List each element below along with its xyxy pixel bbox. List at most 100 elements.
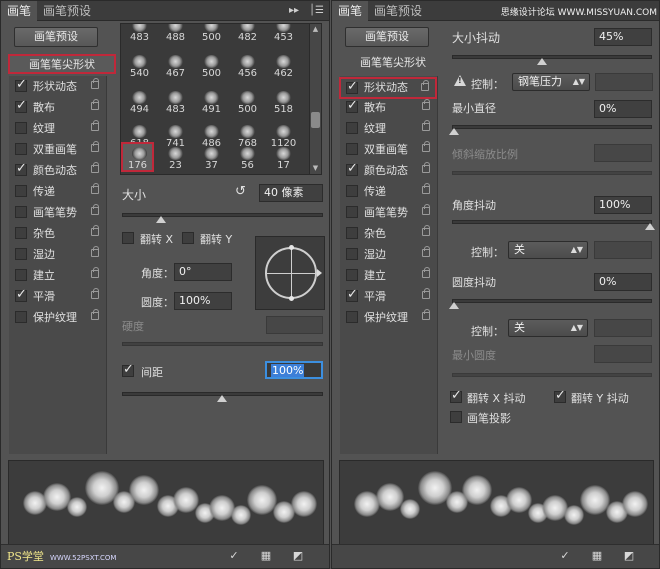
category-dual-brush[interactable]: 双重画笔 bbox=[340, 139, 436, 160]
brush-grid-scrollbar[interactable]: ▲ ▼ bbox=[309, 24, 321, 174]
lock-icon[interactable] bbox=[421, 80, 429, 91]
brush-thumb[interactable]: 37 bbox=[195, 144, 228, 174]
checkbox[interactable] bbox=[15, 248, 27, 260]
brush-thumb[interactable]: 17 bbox=[267, 144, 300, 174]
roundness-handle[interactable] bbox=[289, 245, 294, 250]
lock-icon[interactable] bbox=[422, 162, 430, 173]
lock-icon[interactable] bbox=[91, 120, 99, 131]
checkbox[interactable] bbox=[15, 98, 27, 113]
checkbox[interactable] bbox=[15, 206, 27, 218]
brush-thumb[interactable]: 467 bbox=[159, 52, 192, 82]
panel-menu-icon[interactable]: │☰ bbox=[309, 1, 324, 21]
checkbox[interactable] bbox=[346, 206, 358, 218]
lock-icon[interactable] bbox=[91, 204, 99, 215]
checkbox[interactable] bbox=[15, 227, 27, 239]
brush-thumb[interactable]: 462 bbox=[267, 52, 300, 82]
brush-presets-button[interactable]: 画笔预设 bbox=[14, 27, 98, 47]
tab-brush[interactable]: 画笔 bbox=[332, 1, 369, 21]
checkbox[interactable] bbox=[346, 185, 358, 197]
checkbox[interactable] bbox=[346, 161, 358, 176]
roundness-input[interactable]: 100% bbox=[174, 292, 232, 310]
roundness-control-select[interactable]: 关 ▲▼ bbox=[508, 319, 588, 337]
flip-y-jitter-checkbox[interactable] bbox=[554, 388, 566, 403]
lock-icon[interactable] bbox=[91, 309, 99, 320]
category-texture[interactable]: 纹理 bbox=[340, 118, 436, 139]
slider-knob[interactable] bbox=[217, 395, 227, 402]
spacing-slider[interactable] bbox=[122, 392, 323, 402]
checkbox[interactable] bbox=[346, 287, 358, 302]
category-brush-tip-shape[interactable]: 画笔笔尖形状 bbox=[8, 54, 116, 74]
lock-icon[interactable] bbox=[91, 288, 99, 299]
scroll-down-icon[interactable]: ▼ bbox=[311, 164, 320, 173]
lock-icon[interactable] bbox=[422, 183, 430, 194]
category-color-dynamics[interactable]: 颜色动态 bbox=[340, 160, 436, 181]
min-diameter-slider[interactable] bbox=[449, 125, 652, 135]
category-build-up[interactable]: 建立 bbox=[340, 265, 436, 286]
size-jitter-slider[interactable] bbox=[452, 55, 652, 65]
lock-icon[interactable] bbox=[422, 99, 430, 110]
lock-icon[interactable] bbox=[91, 99, 99, 110]
checkbox[interactable] bbox=[15, 185, 27, 197]
toggle-live-tip-icon[interactable]: ✓ bbox=[227, 550, 241, 562]
size-control-select[interactable]: 钢笔压力 ▲▼ bbox=[512, 73, 590, 91]
roundness-handle[interactable] bbox=[289, 296, 294, 301]
checkbox[interactable] bbox=[346, 269, 358, 281]
category-dual-brush[interactable]: 双重画笔 bbox=[9, 139, 105, 160]
brush-presets-button[interactable]: 画笔预设 bbox=[345, 27, 429, 47]
checkbox[interactable] bbox=[346, 227, 358, 239]
grid-icon[interactable]: ▦ bbox=[590, 550, 604, 562]
category-wet-edges[interactable]: 湿边 bbox=[340, 244, 436, 265]
category-shape-dynamics[interactable]: 形状动态 bbox=[9, 76, 105, 97]
lock-icon[interactable] bbox=[422, 288, 430, 299]
spacing-checkbox[interactable] bbox=[122, 362, 134, 377]
category-noise[interactable]: 杂色 bbox=[9, 223, 105, 244]
category-brush-tip-shape[interactable]: 画笔笔尖形状 bbox=[339, 54, 447, 74]
angle-jitter-slider[interactable] bbox=[452, 220, 655, 230]
lock-icon[interactable] bbox=[422, 204, 430, 215]
checkbox[interactable] bbox=[346, 143, 358, 155]
checkbox[interactable] bbox=[346, 248, 358, 260]
category-wet-edges[interactable]: 湿边 bbox=[9, 244, 105, 265]
lock-icon[interactable] bbox=[422, 309, 430, 320]
brush-thumb[interactable]: 488 bbox=[159, 24, 192, 46]
checkbox[interactable] bbox=[15, 161, 27, 176]
flip-y-checkbox[interactable] bbox=[182, 232, 194, 244]
angle-control-select[interactable]: 关 ▲▼ bbox=[508, 241, 588, 259]
brush-thumb[interactable]: 500 bbox=[231, 88, 264, 118]
grid-icon[interactable]: ▦ bbox=[259, 550, 273, 562]
category-scattering[interactable]: 散布 bbox=[9, 97, 105, 118]
checkbox[interactable] bbox=[15, 287, 27, 302]
roundness-jitter-slider[interactable] bbox=[449, 299, 652, 309]
size-jitter-input[interactable]: 45% bbox=[594, 28, 652, 46]
category-transfer[interactable]: 传递 bbox=[9, 181, 105, 202]
checkbox[interactable] bbox=[346, 122, 358, 134]
angle-jitter-input[interactable]: 100% bbox=[594, 196, 652, 214]
category-noise[interactable]: 杂色 bbox=[340, 223, 436, 244]
category-scattering[interactable]: 散布 bbox=[340, 97, 436, 118]
scrollbar-thumb[interactable] bbox=[311, 112, 320, 128]
brush-projection-checkbox[interactable] bbox=[450, 411, 462, 423]
reset-size-icon[interactable]: ↺ bbox=[235, 184, 246, 199]
slider-knob[interactable] bbox=[645, 223, 655, 230]
checkbox[interactable] bbox=[15, 77, 27, 92]
brush-thumb[interactable]: 482 bbox=[231, 24, 264, 46]
category-brush-pose[interactable]: 画笔笔势 bbox=[340, 202, 436, 223]
brush-thumb[interactable]: 23 bbox=[159, 144, 192, 174]
brush-thumb[interactable]: 500 bbox=[195, 52, 228, 82]
category-smoothing[interactable]: 平滑 bbox=[340, 286, 436, 307]
angle-arrow-icon[interactable] bbox=[317, 269, 322, 277]
tab-brush-presets[interactable]: 画笔预设 bbox=[368, 1, 428, 21]
checkbox[interactable] bbox=[346, 79, 358, 94]
collapse-icon[interactable]: ▸▸ bbox=[289, 1, 299, 21]
checkbox[interactable] bbox=[346, 311, 358, 323]
checkbox[interactable] bbox=[15, 269, 27, 281]
lock-icon[interactable] bbox=[422, 267, 430, 278]
brush-thumb[interactable]: 456 bbox=[231, 52, 264, 82]
checkbox[interactable] bbox=[15, 122, 27, 134]
lock-icon[interactable] bbox=[91, 183, 99, 194]
scroll-up-icon[interactable]: ▲ bbox=[311, 25, 320, 34]
brush-thumb[interactable]: 500 bbox=[195, 24, 228, 46]
angle-input[interactable]: 0° bbox=[174, 263, 232, 281]
category-color-dynamics[interactable]: 颜色动态 bbox=[9, 160, 105, 181]
slider-knob[interactable] bbox=[449, 302, 459, 309]
